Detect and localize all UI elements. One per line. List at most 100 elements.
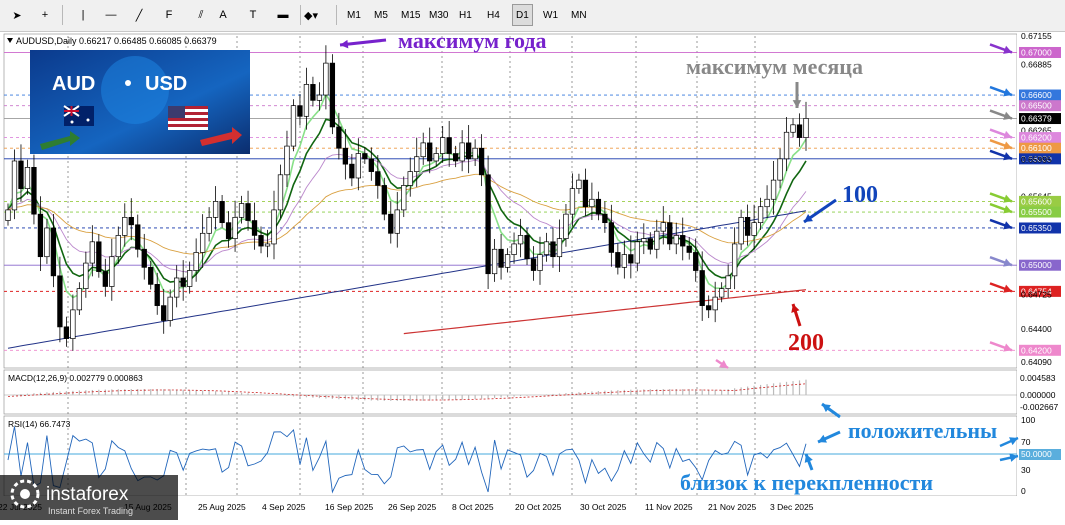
timeframe-m1[interactable]: M1: [344, 4, 364, 26]
candle-body: [764, 198, 770, 208]
candle-body: [258, 235, 264, 247]
candle-body: [57, 275, 63, 328]
watermark-tagline: Instant Forex Trading: [48, 506, 133, 516]
price-axis-label: 0.65350: [1021, 223, 1052, 233]
candle-body: [783, 131, 790, 160]
candle-body: [381, 185, 387, 215]
date-axis-label: 3 Dec 2025: [770, 502, 814, 512]
chart-area[interactable]: 0.67155 0.67000 0.66885 0.66600 0.66500 0.663…: [0, 28, 1065, 520]
candle-body: [18, 160, 24, 189]
vertical-line-icon[interactable]: |: [72, 4, 94, 26]
year-high-annotation: максимум года: [398, 32, 547, 53]
candle-body: [433, 153, 439, 162]
candle-body: [206, 216, 212, 234]
candle-body: [199, 232, 206, 253]
candle-body: [543, 241, 550, 255]
candle-body: [576, 179, 582, 189]
price-axis-label: 0.66200: [1021, 133, 1052, 143]
candle-body: [453, 153, 459, 162]
candle-body: [712, 296, 718, 311]
candle-body: [154, 284, 160, 306]
candle-body: [342, 147, 349, 165]
timeframe-m15[interactable]: M15: [398, 4, 423, 26]
text-icon[interactable]: A: [212, 4, 234, 26]
candle-body: [517, 235, 524, 245]
price-axis-label: 0.64400: [1021, 324, 1052, 334]
watermark-brand: instaforex: [46, 484, 129, 505]
candle-body: [102, 271, 108, 287]
timeframe-h1[interactable]: H1: [456, 4, 475, 26]
timeframe-mn[interactable]: MN: [568, 4, 590, 26]
price-axis-label: 0.64090: [1021, 357, 1052, 367]
timeframe-d1[interactable]: D1: [512, 4, 533, 26]
candle-body: [757, 206, 764, 224]
month-high-annotation: максимум месяца: [686, 54, 863, 79]
candle-body: [225, 222, 232, 239]
candle-body: [699, 270, 705, 306]
price-axis-label: 0.65600: [1021, 196, 1052, 206]
timeframe-m5[interactable]: M5: [371, 4, 391, 26]
ma200-annotation: 200: [788, 330, 824, 356]
candle-body: [498, 248, 504, 268]
logo-aud-text: AUD: [52, 73, 95, 95]
timeframe-m30[interactable]: M30: [426, 4, 451, 26]
chart-toolbar: ➤ + | — ╱ F ⫽ A T ▬ ◆▾ M1 M5 M15 M30 H1 H4 D1 W1 MN: [0, 0, 1065, 32]
candle-body: [478, 147, 485, 176]
candle-body: [212, 201, 219, 218]
logo-dot-icon: [125, 80, 131, 86]
fibonacci-icon[interactable]: F: [158, 4, 180, 26]
candle-body: [251, 220, 258, 236]
candle-body: [673, 235, 679, 245]
rsi-scale-label: 50.0000: [1021, 449, 1052, 459]
candle-body: [563, 213, 569, 239]
candle-body: [550, 241, 556, 258]
shapes-menu-icon[interactable]: ◆▾: [300, 4, 322, 26]
candle-body: [796, 124, 803, 138]
candle-body: [76, 288, 83, 311]
candle-body: [582, 179, 589, 208]
macd-scale-label: 0.004583: [1020, 373, 1056, 383]
price-axis-label: 0.65500: [1021, 207, 1052, 217]
candle-body: [465, 142, 472, 160]
australia-flag-icon: [63, 105, 94, 126]
candle-body: [44, 227, 50, 258]
date-axis-label: 25 Aug 2025: [198, 502, 246, 512]
text-label-icon[interactable]: T: [242, 4, 264, 26]
candle-body: [628, 254, 634, 264]
timeframe-w1[interactable]: W1: [540, 4, 561, 26]
price-axis-label: 0.66885: [1021, 60, 1052, 70]
candle-body: [511, 243, 517, 255]
channel-icon[interactable]: ⫽: [190, 4, 212, 26]
toolbar-separator: [62, 5, 63, 25]
timeframe-h4[interactable]: H4: [484, 4, 503, 26]
rectangle-icon[interactable]: ▬: [272, 4, 294, 26]
candle-body: [141, 248, 147, 268]
candle-body: [284, 145, 290, 176]
macd-panel[interactable]: [3, 369, 1018, 415]
candle-body: [174, 277, 180, 298]
price-axis-label: 0.65995: [1021, 154, 1052, 164]
ma100-annotation: 100: [842, 182, 878, 208]
crosshair-icon[interactable]: +: [34, 4, 56, 26]
candle-body: [148, 266, 154, 285]
candle-body: [621, 254, 627, 268]
instaforex-watermark: instaforex Instant Forex Trading: [0, 475, 178, 520]
horizontal-line-icon[interactable]: —: [100, 4, 122, 26]
candle-body: [316, 94, 323, 101]
candle-body: [115, 235, 121, 258]
trendline-icon[interactable]: ╱: [128, 4, 150, 26]
date-axis-label: 30 Oct 2025: [580, 502, 627, 512]
candle-body: [122, 216, 128, 236]
macd-title: MACD(12,26,9) 0.002779 0.000863: [8, 373, 143, 383]
candle-body: [654, 230, 660, 250]
candle-body: [725, 275, 731, 289]
macd-scale-label: 0.000000: [1020, 390, 1056, 400]
candle-body: [31, 167, 37, 215]
candle-body: [731, 243, 738, 277]
candle-body: [407, 171, 413, 186]
rsi-scale-label: 30: [1021, 465, 1031, 475]
candle-body: [706, 305, 712, 311]
cursor-icon[interactable]: ➤: [6, 4, 28, 26]
candle-body: [615, 252, 621, 268]
candle-body: [219, 201, 225, 224]
